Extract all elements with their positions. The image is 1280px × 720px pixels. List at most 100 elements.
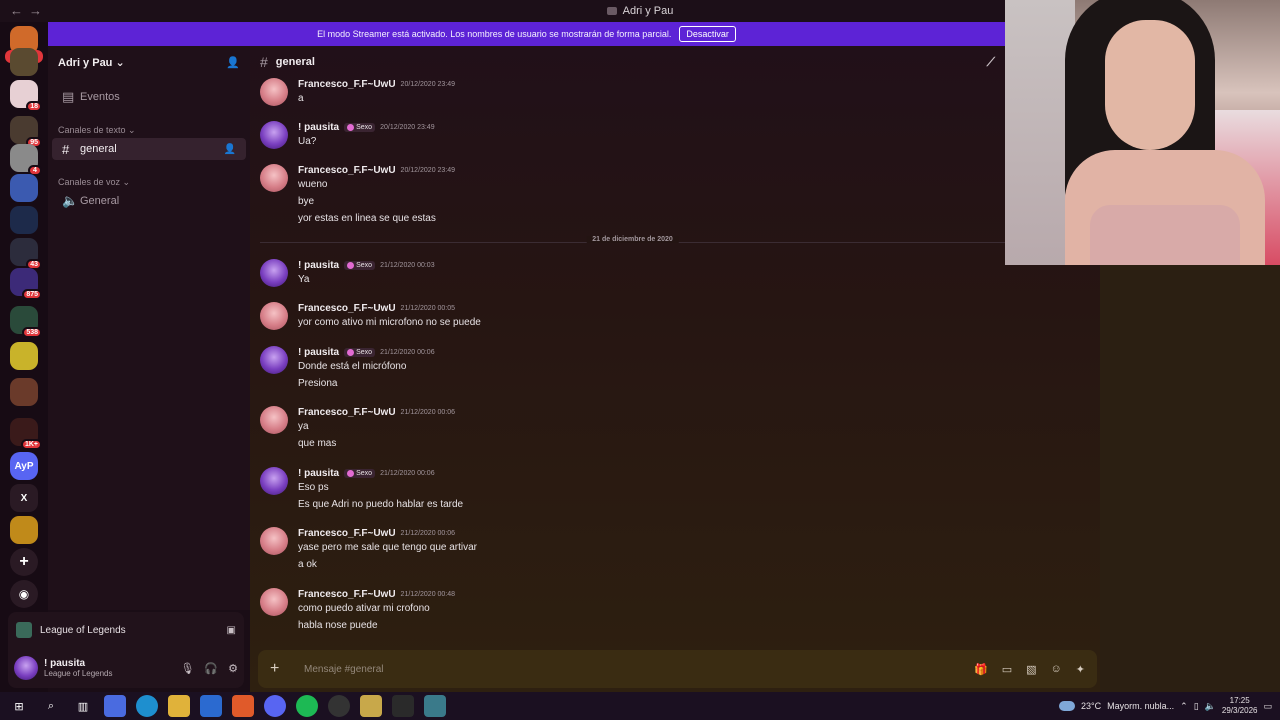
server-icon[interactable]: 875 (10, 268, 42, 300)
message-text: ya (298, 421, 309, 432)
windows-start-icon[interactable]: ⊞ (8, 695, 30, 717)
server-icon[interactable] (10, 342, 38, 370)
server-icon[interactable]: 4 (10, 144, 42, 176)
obs-icon[interactable] (328, 695, 350, 717)
avatar[interactable] (260, 164, 288, 192)
deactivate-button[interactable]: Desactivar (679, 26, 736, 42)
search-icon[interactable]: ⌕ (40, 695, 62, 717)
server-icon[interactable]: 43 (10, 238, 42, 270)
unread-badge: 1K+ (20, 439, 42, 450)
server-header[interactable]: Adri y Pau ⌄ 👤 (48, 46, 250, 78)
avatar[interactable] (260, 346, 288, 374)
clock[interactable]: 17:25 29/3/2026 (1222, 696, 1258, 716)
avatar[interactable] (260, 467, 288, 495)
activity-panel[interactable]: League of Legends ▣ (8, 612, 244, 648)
chevron-up-icon[interactable]: ⌃ (1180, 701, 1188, 712)
avatar[interactable] (260, 406, 288, 434)
message-list: 21 de diciembre de 2020 Francesco_F.F~Uw… (250, 78, 1010, 650)
role-tag-label: Sexo (356, 262, 373, 269)
app-icon[interactable] (392, 695, 414, 717)
author-name[interactable]: Francesco_F.F~UwU (298, 79, 396, 90)
avatar[interactable] (260, 259, 288, 287)
message-input[interactable]: Mensaje #general (304, 664, 384, 675)
server-name: Adri y Pau ⌄ (58, 56, 125, 69)
message-text: Ua? (298, 136, 317, 147)
voice-category[interactable]: Canales de voz ⌄ (48, 174, 250, 190)
add-server-icon[interactable]: + (10, 548, 38, 576)
back-forward-icon[interactable]: ←→ (10, 3, 48, 18)
explore-icon[interactable]: ◉ (10, 580, 38, 608)
server-icon[interactable] (10, 174, 38, 202)
webcam-overlay (1005, 0, 1280, 265)
server-icon[interactable] (10, 378, 38, 406)
author-name[interactable]: Francesco_F.F~UwU (298, 407, 396, 418)
weather-temp[interactable]: 23°C (1081, 701, 1101, 711)
author-name[interactable]: ! pausita (298, 122, 339, 133)
gif-icon[interactable]: ▭ (1002, 663, 1012, 676)
avatar[interactable] (260, 121, 288, 149)
author-name[interactable]: Francesco_F.F~UwU (298, 528, 396, 539)
sticker-icon[interactable]: ▧ (1026, 663, 1036, 676)
network-icon[interactable]: ▯ (1194, 701, 1199, 712)
server-ayp[interactable]: AyP (10, 452, 38, 480)
text-category[interactable]: Canales de texto ⌄ (48, 122, 250, 138)
message-header: Francesco_F.F~UwU 20/12/2020 23:49 (298, 78, 455, 91)
file-explorer-icon[interactable] (168, 695, 190, 717)
task-view-icon[interactable]: ▥ (72, 695, 94, 717)
server-x-label: X (20, 492, 28, 504)
apps-icon[interactable]: ✦ (1076, 663, 1085, 676)
notification-icon[interactable]: ▭ (1263, 701, 1272, 712)
headphones-icon[interactable]: 🎧 (204, 662, 218, 675)
timestamp: 20/12/2020 23:49 (400, 167, 456, 174)
avatar[interactable] (260, 302, 288, 330)
timestamp: 21/12/2020 00:06 (400, 530, 456, 537)
avatar[interactable] (260, 78, 288, 106)
volume-icon[interactable]: 🔈 (1205, 701, 1216, 712)
message-composer[interactable]: + Mensaje #general 🎁 ▭ ▧ ☺ ✦ (258, 650, 1097, 688)
author-name[interactable]: ! pausita (298, 260, 339, 271)
emoji-icon[interactable]: ☺ (1051, 663, 1062, 676)
server-icon[interactable]: 18 (10, 80, 42, 112)
store-icon[interactable] (200, 695, 222, 717)
gear-icon[interactable]: ⚙ (228, 662, 238, 675)
gift-icon[interactable]: 🎁 (974, 663, 988, 676)
copilot-icon[interactable] (104, 695, 126, 717)
avatar[interactable] (260, 588, 288, 616)
league-icon[interactable] (360, 695, 382, 717)
author-name[interactable]: Francesco_F.F~UwU (298, 589, 396, 600)
app-icon[interactable] (424, 695, 446, 717)
server-icon[interactable] (10, 206, 38, 234)
voice-channel-general[interactable]: 🔈 General (52, 190, 246, 212)
weather-desc[interactable]: Mayorm. nubla... (1107, 701, 1174, 711)
server-ayp-label: AyP (14, 460, 34, 472)
message-header: ! pausita Sexo 20/12/2020 23:49 (298, 121, 435, 134)
unread-badge: 875 (22, 289, 42, 300)
server-x[interactable]: X (10, 484, 38, 512)
avatar[interactable] (260, 527, 288, 555)
avatar[interactable] (14, 656, 38, 680)
server-icon[interactable]: 95 (10, 116, 42, 148)
user-info[interactable]: ! pausita League of Legends (44, 658, 113, 678)
brave-icon[interactable] (232, 695, 254, 717)
author-name[interactable]: Francesco_F.F~UwU (298, 165, 396, 176)
events-item[interactable]: ▤ Eventos (52, 86, 246, 108)
server-icon[interactable]: 1K+ (10, 418, 42, 450)
server-icon[interactable]: 538 (10, 306, 42, 338)
invite-icon[interactable]: 👤 (226, 56, 240, 69)
spotify-icon[interactable] (296, 695, 318, 717)
author-name[interactable]: ! pausita (298, 468, 339, 479)
server-icon[interactable] (10, 48, 38, 76)
pin-icon[interactable]: ⟋ (987, 55, 995, 70)
add-member-icon[interactable]: 👤 (224, 144, 236, 155)
channel-general[interactable]: # general 👤 (52, 138, 246, 160)
edge-icon[interactable] (136, 695, 158, 717)
author-name[interactable]: Francesco_F.F~UwU (298, 303, 396, 314)
discord-icon[interactable] (264, 695, 286, 717)
stream-icon[interactable]: ▣ (227, 625, 236, 636)
server-icon[interactable] (10, 516, 38, 544)
author-name[interactable]: ! pausita (298, 347, 339, 358)
microphone-icon[interactable]: 🎙 (180, 662, 194, 675)
clock-date: 29/3/2026 (1221, 706, 1258, 715)
add-attachment-icon[interactable]: + (270, 660, 298, 678)
role-tag-label: Sexo (356, 349, 373, 356)
